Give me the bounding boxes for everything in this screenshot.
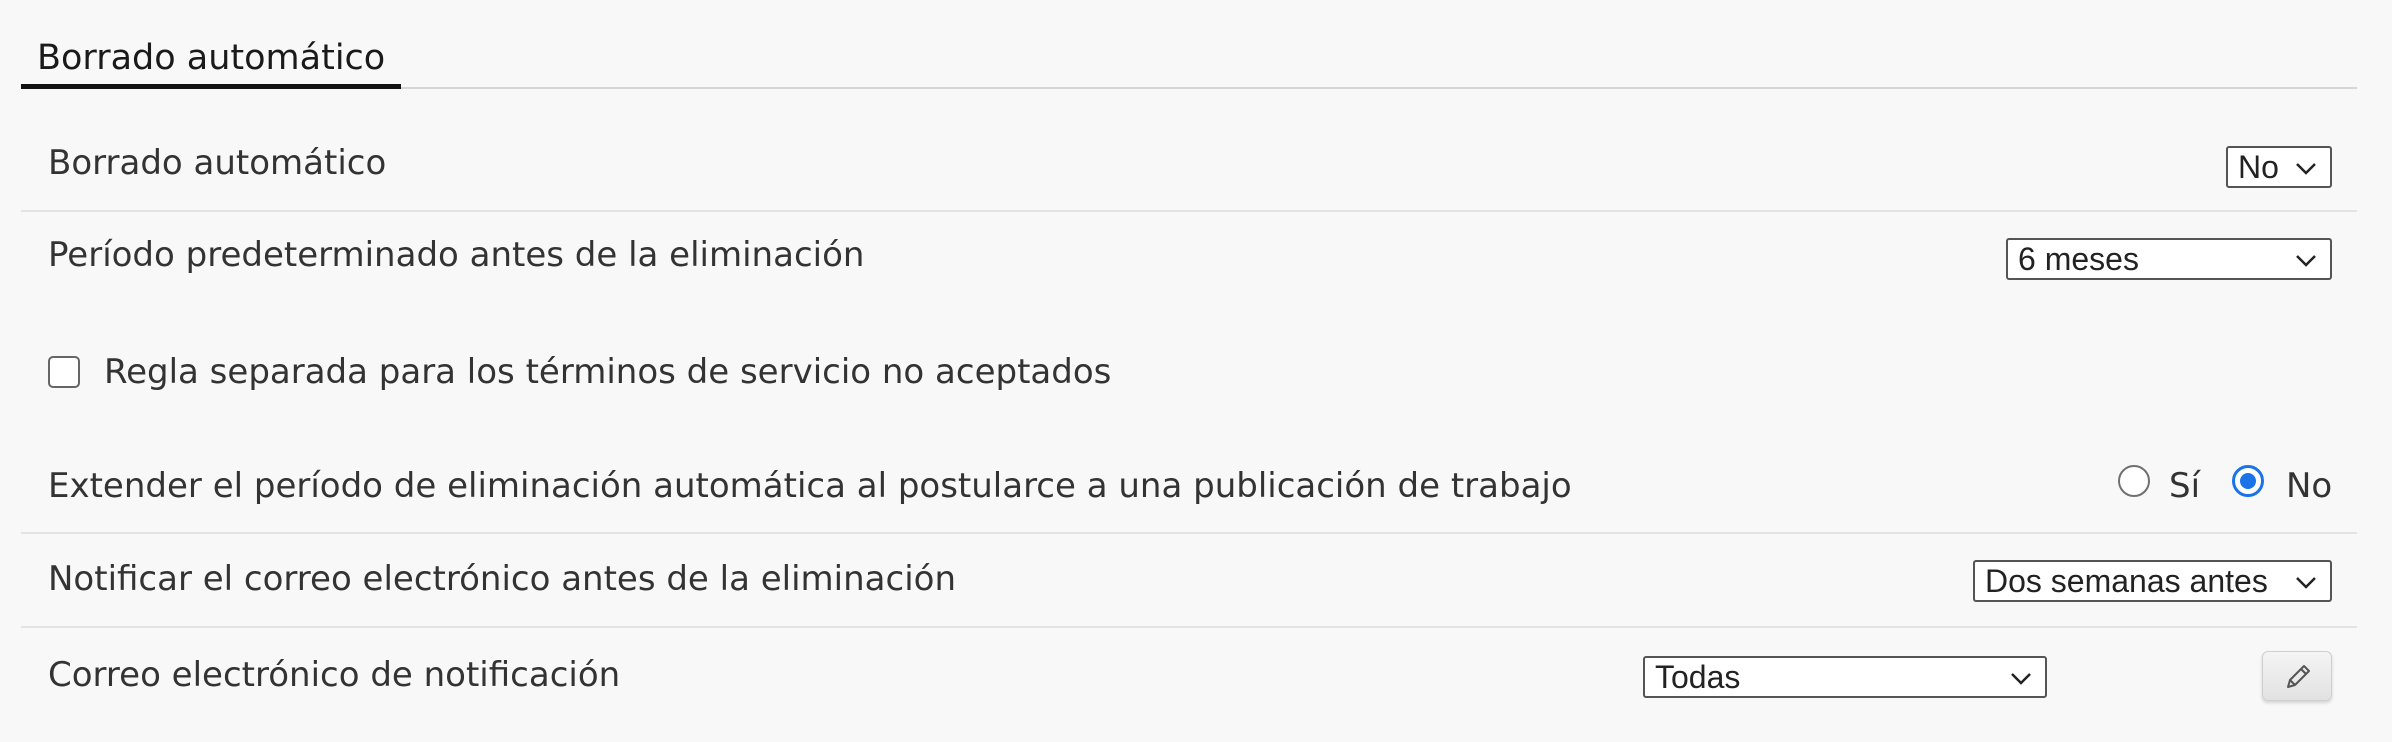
separate-rule-checkbox[interactable] [48, 356, 80, 388]
extend-period-radio-yes[interactable] [2118, 465, 2150, 497]
notify-email-select[interactable]: Dos semanas antes [1973, 560, 2332, 602]
default-period-label: Período predeterminado antes de la elimi… [48, 235, 865, 275]
notify-email-label: Notificar el correo electrónico antes de… [48, 559, 956, 599]
extend-period-label: Extender el período de eliminación autom… [48, 466, 1572, 506]
notification-email-select-value: Todas [1655, 659, 1741, 695]
auto-delete-row: Borrado automático No [21, 89, 2357, 212]
notification-email-select[interactable]: Todas [1643, 656, 2047, 698]
notify-email-row: Notificar el correo electrónico antes de… [21, 534, 2357, 628]
tab-auto-delete[interactable]: Borrado automático [21, 34, 402, 89]
auto-delete-settings-panel: Borrado automático Borrado automático No… [0, 0, 2392, 742]
edit-notification-email-button[interactable] [2262, 651, 2332, 701]
separate-rule-row: Regla separada para los términos de serv… [21, 336, 2357, 436]
tab-bar: Borrado automático [21, 0, 2357, 89]
chevron-down-icon [2296, 163, 2316, 175]
pencil-icon [2287, 665, 2310, 688]
separate-rule-label: Regla separada para los términos de serv… [104, 352, 1112, 392]
extend-period-radio-no-label: No [2286, 466, 2333, 506]
chevron-down-icon [2296, 255, 2316, 267]
notification-email-label: Correo electrónico de notificación [48, 655, 621, 695]
default-period-row: Período predeterminado antes de la elimi… [21, 212, 2357, 336]
extend-period-row: Extender el período de eliminación autom… [21, 436, 2357, 534]
auto-delete-select[interactable]: No [2226, 146, 2332, 188]
extend-period-radio-yes-label: Sí [2169, 466, 2201, 506]
chevron-down-icon [2011, 673, 2031, 685]
extend-period-radio-no[interactable] [2232, 465, 2264, 497]
auto-delete-label: Borrado automático [48, 143, 387, 183]
notification-email-row: Correo electrónico de notificación Todas [21, 628, 2357, 742]
chevron-down-icon [2296, 577, 2316, 589]
auto-delete-select-value: No [2238, 149, 2279, 185]
notify-email-select-value: Dos semanas antes [1985, 563, 2268, 599]
default-period-select-value: 6 meses [2018, 241, 2139, 277]
default-period-select[interactable]: 6 meses [2006, 238, 2332, 280]
